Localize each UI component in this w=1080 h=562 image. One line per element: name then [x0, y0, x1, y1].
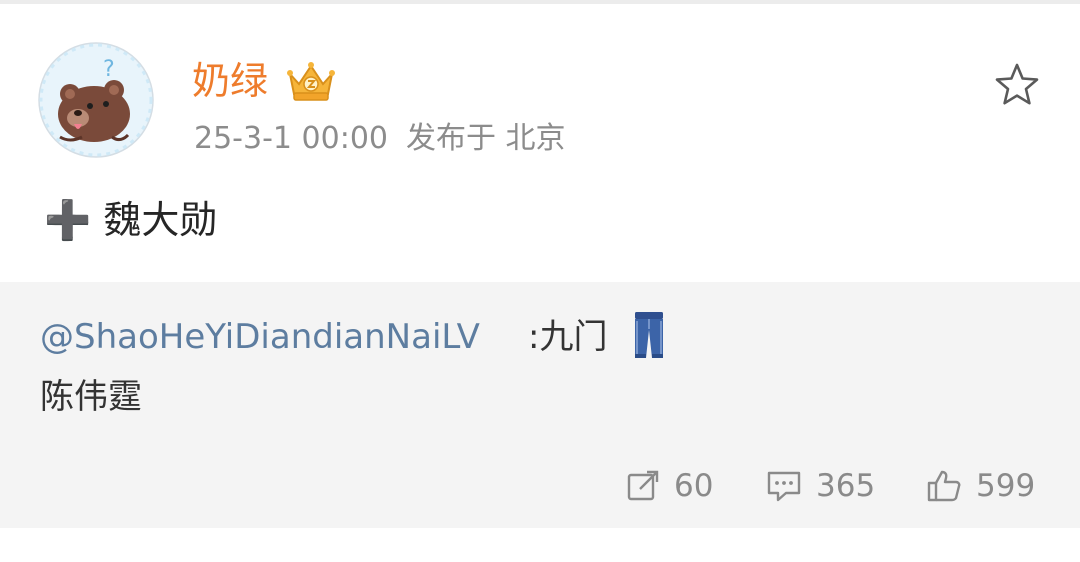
like-count: 599 [976, 468, 1036, 504]
retweet-author-link[interactable]: @ShaoHeYiDiandianNaiLV [40, 314, 480, 360]
repost-count: 60 [674, 468, 714, 504]
jeans-icon [632, 310, 666, 360]
star-icon [995, 63, 1039, 105]
svg-text:?: ? [103, 57, 115, 82]
author-avatar[interactable]: ? [38, 42, 154, 158]
vip-crown-icon [284, 60, 338, 104]
comment-button[interactable]: 365 [766, 464, 878, 508]
post-body: ➕ 魏大勋 [44, 198, 218, 242]
bear-avatar-icon: ? [38, 42, 154, 158]
thumbs-up-icon [927, 470, 961, 502]
retweet-text: :九门 [528, 317, 608, 357]
favorite-button[interactable] [992, 60, 1042, 110]
comment-icon [767, 471, 801, 502]
retweet-text-line2: 陈伟霆 [40, 377, 142, 417]
bottom-spacer [0, 528, 1080, 562]
repost-icon [627, 470, 659, 501]
repost-button[interactable]: 60 [626, 464, 718, 508]
author-name[interactable]: 奶绿 [192, 58, 268, 104]
comment-count: 365 [816, 468, 876, 504]
like-button[interactable]: 599 [926, 464, 1040, 508]
post-timestamp: 25-3-1 00:00 [194, 121, 388, 156]
post-location: 发布于 北京 [406, 121, 566, 156]
post-meta: 25-3-1 00:00 发布于 北京 [194, 119, 566, 159]
